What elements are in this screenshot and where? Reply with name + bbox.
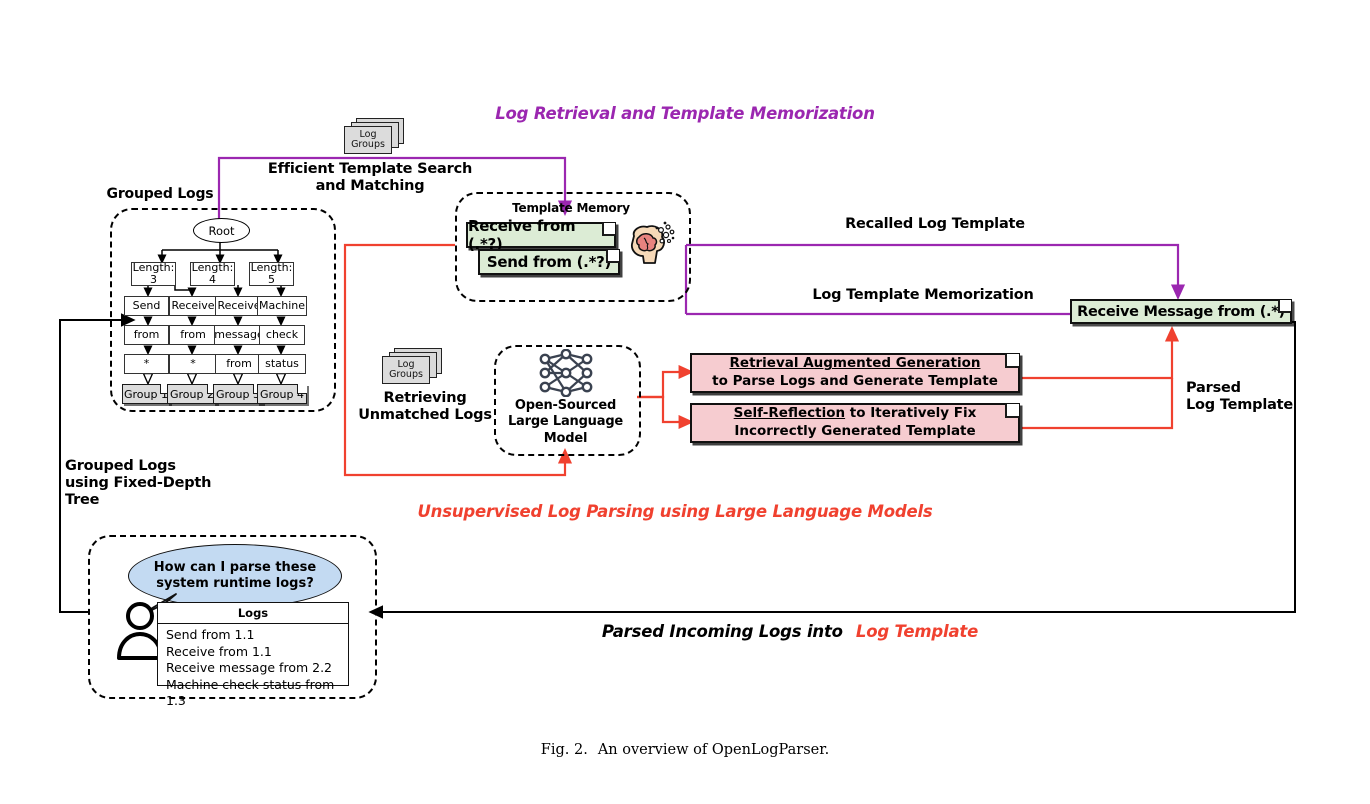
task-note-rag: Retrieval Augmented Generation to Parse … (690, 353, 1020, 393)
section-title-bottom: Parsed Incoming Logs into Log Template (560, 622, 1020, 641)
task-sr-line2: Incorrectly Generated Template (734, 423, 976, 439)
tree-node-length-4: Length: 4 (190, 261, 235, 286)
length-3-value: 3 (150, 273, 157, 286)
caption-label: Fig. 2. (540, 742, 588, 758)
group-note-4: Group 4 (257, 384, 307, 404)
template-note-2: Send from (.*?) (478, 249, 620, 275)
template-memory-title: Template Memory (512, 201, 630, 215)
fold-corner-icon (606, 250, 619, 263)
label-efficient-search-line1: Efficient Template Search (267, 161, 473, 177)
fold-corner-icon (297, 384, 307, 394)
tree-node-c1-t2: from (124, 325, 169, 345)
logs-table-body: Send from 1.1 Receive from 1.1 Receive m… (158, 624, 348, 713)
tree-node-c2-t3: * (169, 354, 217, 374)
label-parsed-log-template-line2: Log Template (1186, 397, 1294, 414)
group-note-2: Group 2 (167, 384, 217, 404)
tree-node-c1-t1: Send (124, 296, 169, 316)
caption-text: An overview of OpenLogParser. (597, 742, 830, 758)
label-log-template-memorization: Log Template Memorization (812, 287, 1034, 303)
user-question-line1: How can I parse these (153, 560, 317, 576)
figure-canvas: Log Retrieval and Template Memorization … (0, 0, 1370, 804)
label-recalled-log-template: Recalled Log Template (845, 216, 1025, 232)
label-parsed-log-template-line1: Parsed (1186, 380, 1241, 396)
length-4-value: 4 (209, 273, 216, 286)
tree-node-c3-t3: from (215, 354, 263, 374)
task-sr-rest: to Iteratively Fix (845, 405, 977, 422)
label-grouped-fixed-line3: Tree (65, 492, 100, 509)
llm-label-line3: Model (543, 430, 588, 446)
figure-caption: Fig. 2. An overview of OpenLogParser. (0, 742, 1370, 758)
tree-node-length-3: Length: 3 (131, 261, 176, 286)
label-retrieving-line1: Retrieving (383, 390, 467, 406)
llm-label-line1: Open-Sourced (514, 398, 617, 413)
bottom-title-black: Parsed Incoming Logs into (601, 622, 843, 641)
task-sr-underlined: Self-Reflection (733, 405, 846, 422)
log-groups-icon-mid-line2: Groups (389, 369, 423, 380)
tree-node-c4-t2: check (259, 325, 305, 345)
label-grouped-fixed-line1: Grouped Logs (65, 458, 176, 474)
log-row: Machine check status from 1.3 (166, 676, 335, 709)
llm-label: Open-Sourced Large Language Model (494, 398, 637, 447)
task-note-self-reflection: Self-Reflection to Iteratively Fix Incor… (690, 403, 1020, 443)
tree-node-c1-t3: * (124, 354, 169, 374)
bottom-title-red: Log Template (855, 622, 979, 641)
log-groups-stack-icon-top: Log Groups (342, 118, 408, 158)
brain-icon (630, 221, 675, 264)
fold-corner-icon (1005, 354, 1019, 368)
fold-corner-icon (602, 223, 615, 236)
template-note-1-label: Receive from (.*?) (468, 217, 576, 253)
log-groups-icon-top-line2: Groups (351, 139, 385, 150)
section-title-retrieval: Log Retrieval and Template Memorization (495, 104, 875, 123)
section-title-parsing: Unsupervised Log Parsing using Large Lan… (417, 502, 933, 521)
length-5-value: 5 (268, 273, 275, 286)
task-rag-underlined: Retrieval Augmented Generation (729, 355, 981, 372)
tree-node-c2-t1: Receive (169, 296, 217, 316)
logs-table-header: Logs (158, 603, 348, 624)
tree-node-c4-t3: status (258, 354, 306, 374)
tree-node-c3-t1: Receive (215, 296, 263, 316)
tree-node-root: Root (193, 218, 250, 243)
template-note-2-label: Send from (.*?) (486, 253, 612, 271)
tree-node-c4-t1: Machine (257, 296, 307, 316)
template-note-1: Receive from (.*?) (466, 217, 616, 253)
label-retrieving-unmatched-logs: Retrieving Unmatched Logs (355, 390, 495, 424)
log-row: Send from 1.1 (166, 627, 255, 642)
log-row: Receive from 1.1 (166, 643, 272, 659)
neural-network-icon (539, 349, 593, 397)
label-parsed-log-template: Parsed Log Template (1186, 380, 1316, 414)
label-grouped-fixed-depth-tree: Grouped Logs using Fixed-Depth Tree (65, 458, 265, 509)
parsed-template-label: Receive Message from (.*) (1077, 303, 1285, 320)
label-efficient-search-line2: and Matching (315, 178, 425, 195)
grouped-logs-title: Grouped Logs (106, 186, 214, 202)
tree-node-c3-t2: message (214, 325, 264, 345)
parsed-template-note: Receive Message from (.*) (1070, 299, 1292, 324)
label-retrieving-line2: Unmatched Logs (358, 407, 492, 424)
group-note-1: Group 1 (122, 384, 170, 404)
llm-label-line2: Large Language (507, 414, 624, 430)
log-groups-stack-icon-middle: Log Groups (380, 348, 448, 392)
fold-corner-icon (1278, 300, 1291, 313)
logs-table: Logs Send from 1.1 Receive from 1.1 Rece… (157, 602, 349, 708)
task-rag-line2: to Parse Logs and Generate Template (712, 373, 998, 389)
label-grouped-fixed-line2: using Fixed-Depth (65, 475, 212, 492)
group-note-3: Group 3 (213, 384, 263, 404)
fold-corner-icon (1005, 404, 1019, 418)
user-question-line2: system runtime logs? (156, 576, 314, 591)
tree-node-length-5: Length: 5 (249, 261, 294, 286)
label-efficient-search: Efficient Template Search and Matching (255, 161, 485, 195)
log-row: Receive message from 2.2 (166, 660, 333, 675)
tree-node-c2-t2: from (169, 325, 217, 345)
